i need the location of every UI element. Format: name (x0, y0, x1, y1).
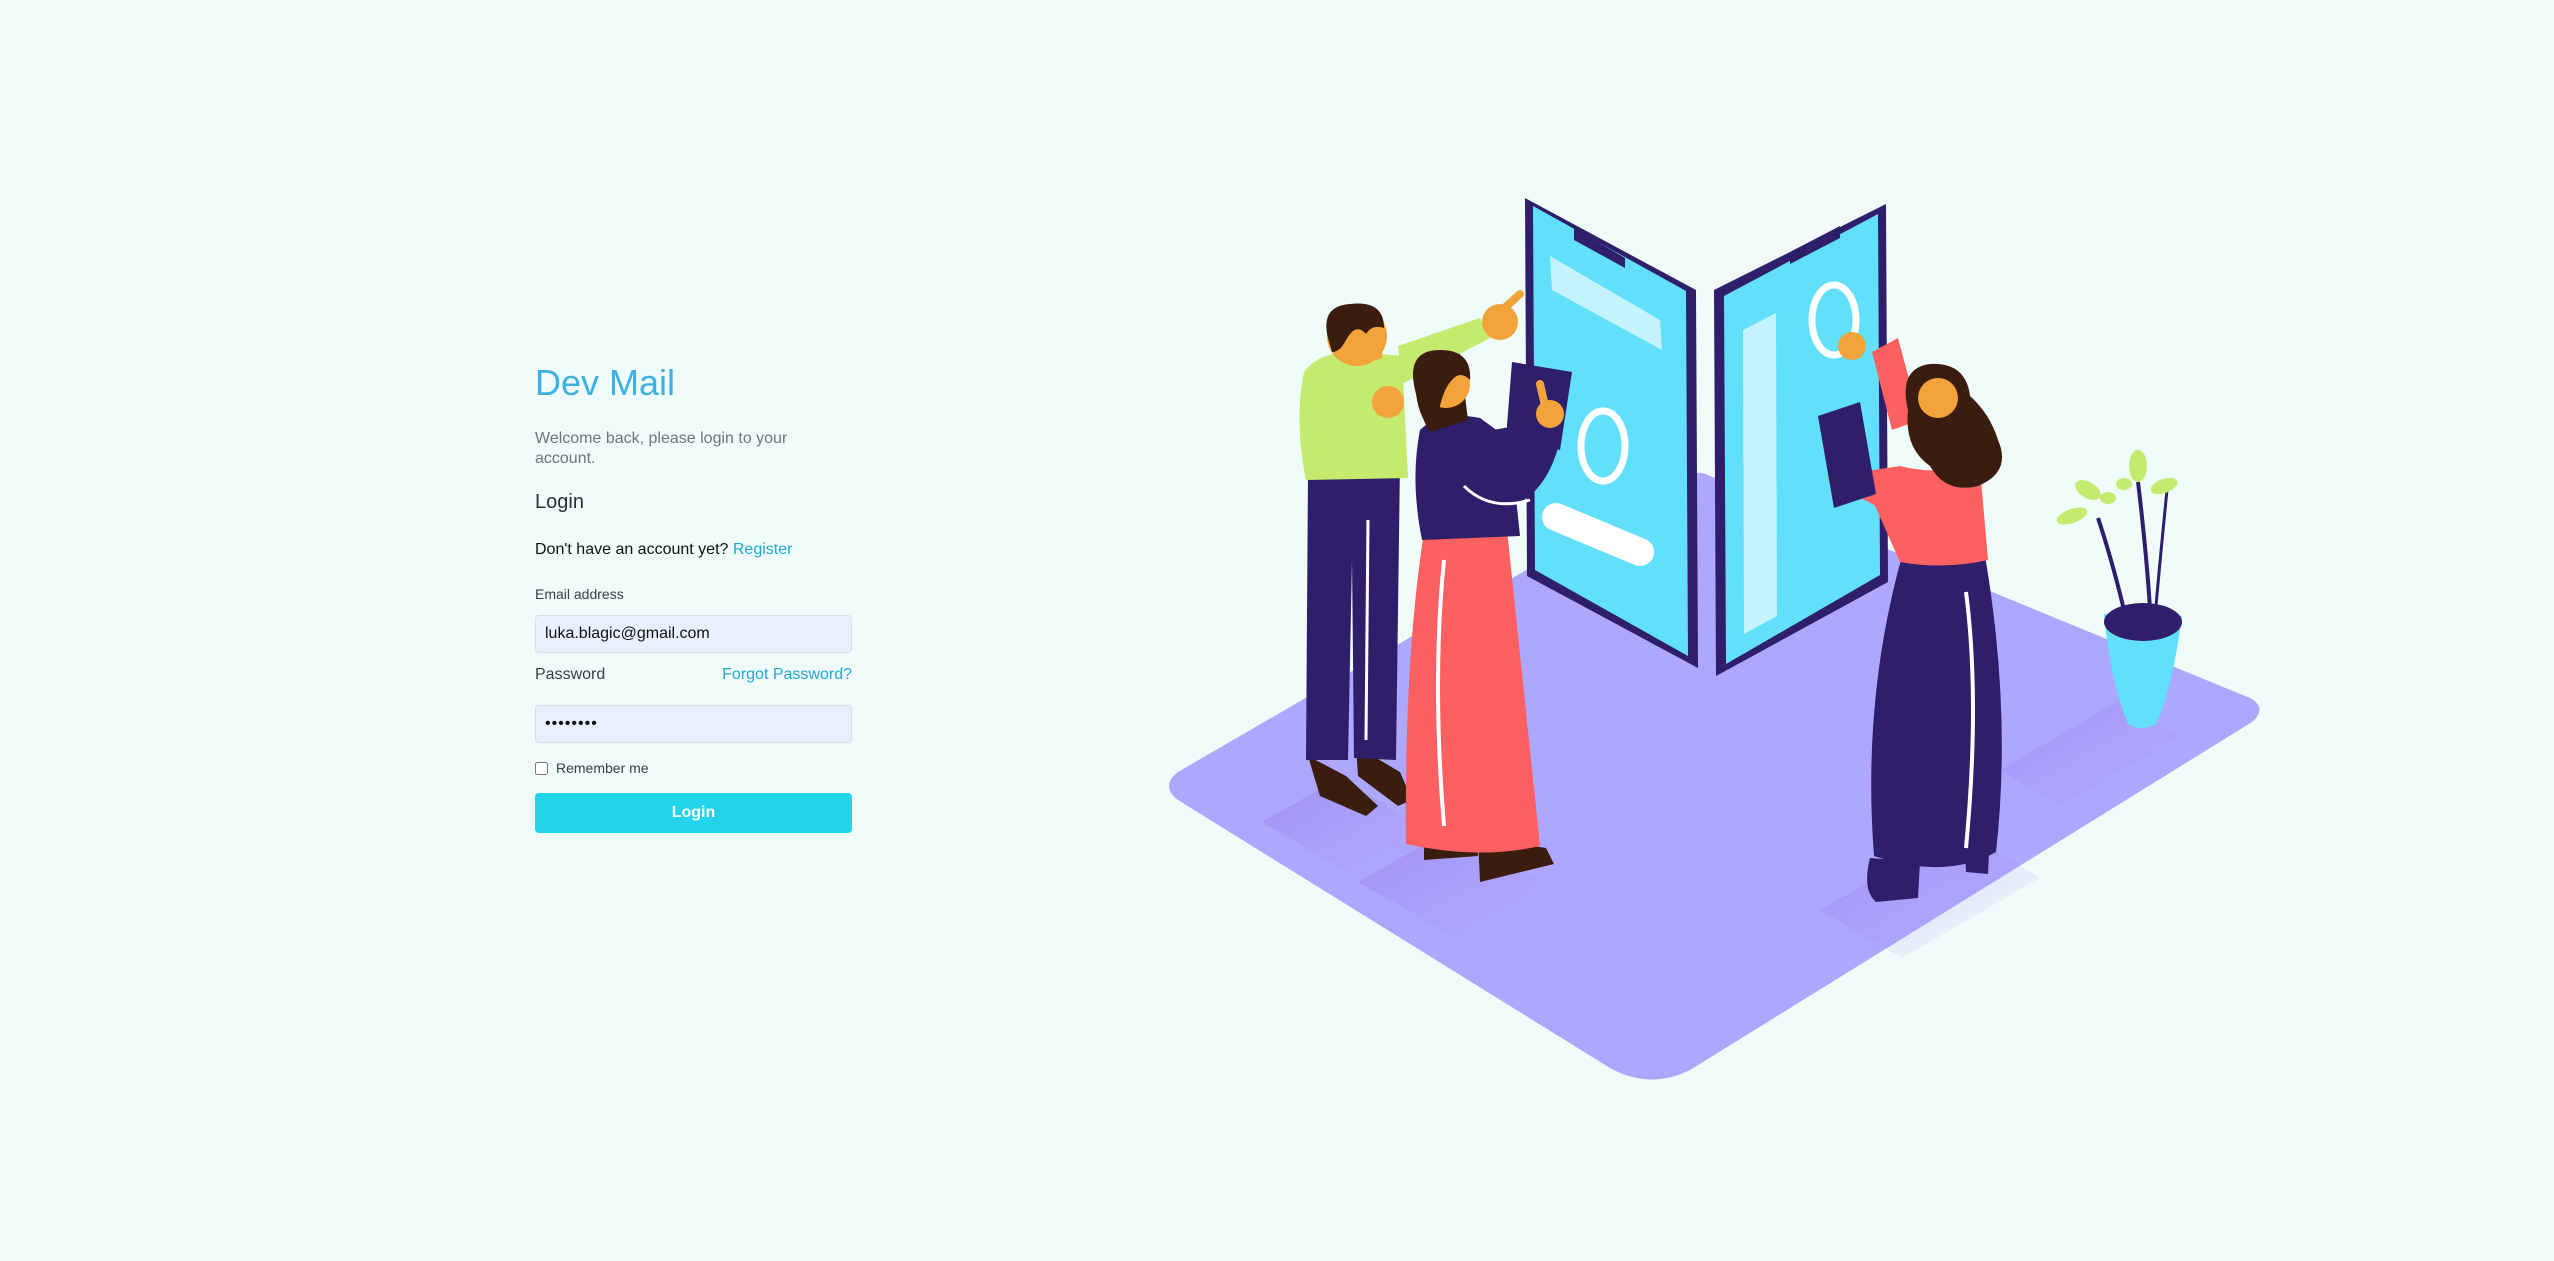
email-label: Email address (535, 586, 624, 602)
register-row: Don't have an account yet? Register (535, 540, 852, 560)
email-input[interactable] (535, 615, 852, 653)
login-panel: Dev Mail Welcome back, please login to y… (535, 355, 852, 833)
forgot-password-link[interactable]: Forgot Password? (722, 666, 852, 684)
register-link[interactable]: Register (733, 541, 793, 558)
login-button[interactable]: Login (535, 793, 852, 833)
password-label: Password (535, 666, 606, 683)
app-title: Dev Mail (535, 362, 676, 403)
remember-me-label: Remember me (556, 760, 649, 776)
remember-me-checkbox[interactable] (535, 761, 548, 775)
remember-row: Remember me (535, 759, 852, 777)
password-row: Password Forgot Password? (535, 665, 852, 685)
password-input[interactable] (535, 705, 852, 743)
register-prompt: Don't have an account yet? (535, 541, 729, 558)
login-heading: Login (535, 491, 584, 513)
team-collaboration-illustration (1169, 198, 2260, 1080)
welcome-text: Welcome back, please login to your accou… (535, 430, 788, 467)
